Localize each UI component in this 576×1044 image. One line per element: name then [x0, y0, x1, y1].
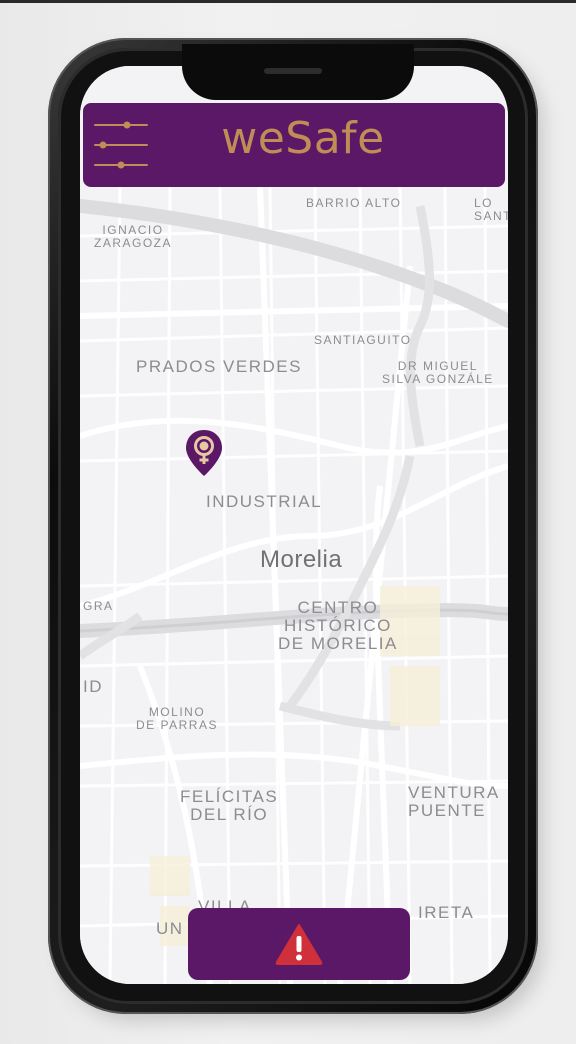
- map-label-prados-verdes: PRADOS VERDES: [136, 357, 302, 376]
- map-label-id: ID: [83, 677, 103, 696]
- phone-screen: BARRIO ALTO LO SANT IGNACIO ZARAGOZA SAN…: [80, 66, 508, 984]
- map-label-barrio-alto: BARRIO ALTO: [306, 196, 402, 210]
- female-location-pin-icon[interactable]: [184, 428, 224, 478]
- map-label-ventura-puente: VENTURA PUENTE: [408, 783, 500, 820]
- map-label-centro-historico: CENTRO HISTÓRICO DE MORELIA: [278, 598, 398, 653]
- map-view[interactable]: BARRIO ALTO LO SANT IGNACIO ZARAGOZA SAN…: [80, 66, 508, 984]
- map-label-industrial: INDUSTRIAL: [206, 492, 323, 511]
- app-title: weSafe: [221, 113, 385, 164]
- map-label-felicitas-del-rio: FELÍCITAS DEL RÍO: [180, 787, 279, 824]
- map-label-lo-sant: LO SANT: [474, 196, 508, 223]
- warning-triangle-icon: [274, 922, 324, 966]
- alert-button[interactable]: [188, 908, 410, 980]
- sliders-menu-icon[interactable]: [93, 119, 149, 171]
- map-label-ignacio-zaragoza: IGNACIO ZARAGOZA: [94, 223, 173, 250]
- map-label-dr-miguel: DR MIGUEL SILVA GONZÁLE: [382, 359, 494, 386]
- map-label-santiaguito: SANTIAGUITO: [314, 333, 412, 347]
- top-border: [0, 0, 576, 3]
- page: BARRIO ALTO LO SANT IGNACIO ZARAGOZA SAN…: [0, 0, 576, 1044]
- map-label-molino-de-parras: MOLINO DE PARRAS: [136, 705, 218, 732]
- app-header: weSafe: [83, 103, 505, 187]
- phone-speaker: [264, 68, 322, 74]
- map-label-ireta: IRETA: [418, 903, 475, 922]
- map-roads: [80, 185, 508, 984]
- map-label-city: Morelia: [260, 546, 343, 573]
- map-label-un: UN: [156, 919, 184, 938]
- map-label-gra: GRA: [83, 599, 114, 613]
